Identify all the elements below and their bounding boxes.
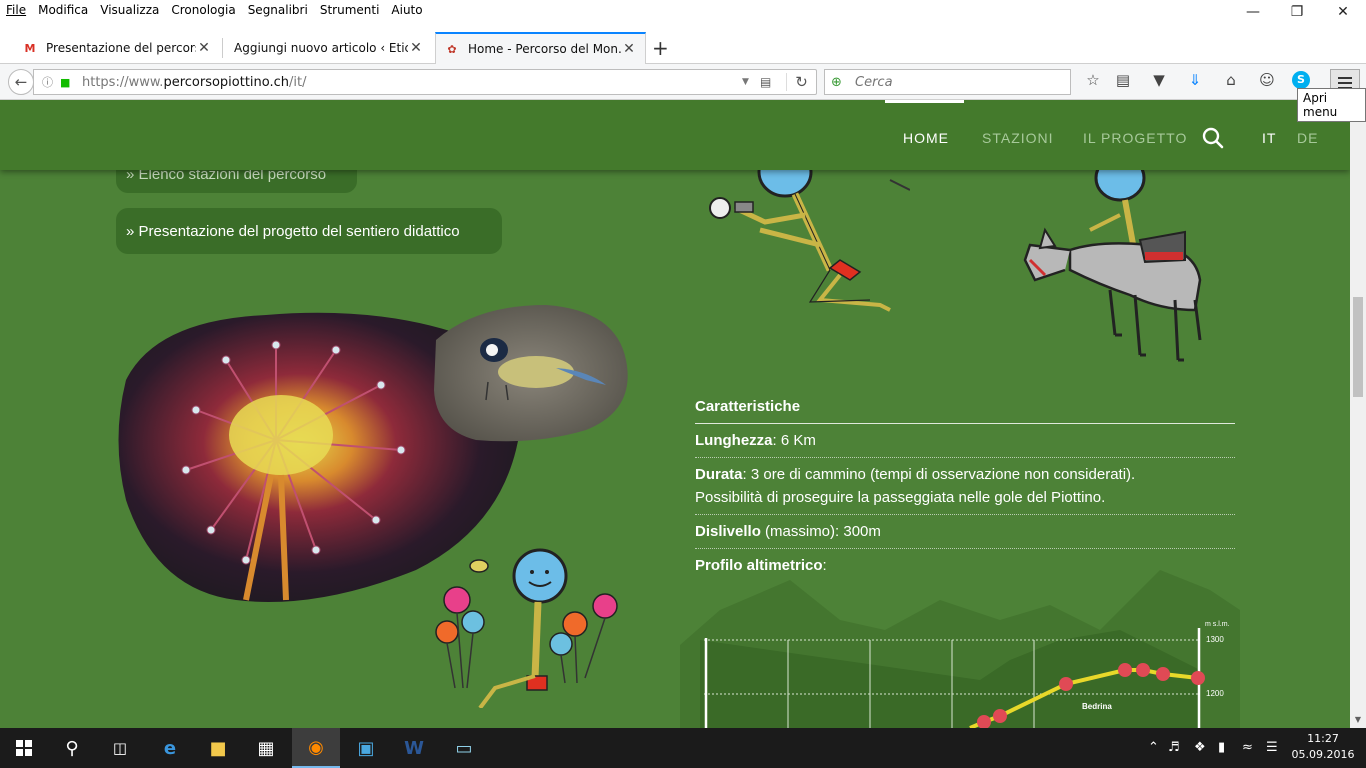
minimize-icon[interactable]: — — [1230, 4, 1276, 20]
kneeling-character-illustration — [709, 160, 910, 312]
close-tab-icon[interactable]: ✕ — [408, 40, 424, 56]
tab-label: Presentazione del percors... — [46, 41, 196, 55]
skype-icon[interactable]: S — [1292, 71, 1310, 89]
web-page: HOME STAZIONI IL PROGETTO IT DE » Elenco… — [0, 100, 1350, 728]
tab-gmail[interactable]: M Presentazione del percors... ✕ — [14, 32, 220, 64]
donkey-rider-illustration — [1023, 160, 1202, 362]
menu-tooltip: Apri menu — [1297, 88, 1366, 122]
search-taskbar-icon[interactable]: ⚲ — [48, 728, 96, 768]
url-text[interactable]: https://www.percorsopiottino.ch/it/ — [82, 75, 742, 90]
nav-home[interactable]: HOME — [903, 130, 949, 146]
menu-segnalibri[interactable]: Segnalibri — [242, 0, 314, 17]
scroll-down-icon[interactable]: ▼ — [1350, 712, 1366, 728]
file-explorer-icon[interactable]: ■ — [194, 728, 242, 768]
characteristics-heading: Caratteristiche — [695, 390, 1235, 424]
lang-it[interactable]: IT — [1262, 130, 1276, 146]
character-with-flowers-illustration — [435, 548, 618, 708]
tab-strip: M Presentazione del percors... ✕ Aggiung… — [0, 30, 1366, 64]
tab-wordpress[interactable]: Aggiungi nuovo articolo ‹ Etici... ✕ — [226, 32, 432, 64]
store-icon[interactable]: ▦ — [242, 728, 290, 768]
menu-file[interactable]: File — [0, 0, 32, 17]
close-window-icon[interactable]: ✕ — [1320, 4, 1366, 20]
arrow-left-icon: ← — [14, 73, 28, 91]
windows-logo-icon — [16, 740, 32, 756]
url-dropdown-icon[interactable]: ▼ — [742, 77, 760, 87]
tab-label: Aggiungi nuovo articolo ‹ Etici... — [234, 41, 408, 55]
app-taskbar-icon[interactable]: ▣ — [342, 728, 390, 768]
firefox-taskbar-icon[interactable]: ◉ — [292, 728, 340, 768]
site-header: HOME STAZIONI IL PROGETTO IT DE — [0, 100, 1350, 170]
length-row: Lunghezza: 6 Km — [695, 424, 1235, 458]
nav-stazioni[interactable]: STAZIONI — [982, 130, 1054, 146]
reader-view-icon[interactable]: ▤ — [760, 75, 786, 89]
task-view-icon[interactable]: ◫ — [96, 728, 144, 768]
close-tab-icon[interactable]: ✕ — [621, 41, 637, 57]
menu-strumenti[interactable]: Strumenti — [314, 0, 386, 17]
search-bar[interactable]: ⊕ — [824, 69, 1071, 95]
menu-cronologia[interactable]: Cronologia — [165, 0, 241, 17]
info-icon[interactable]: ⓘ — [42, 74, 60, 90]
search-input[interactable] — [855, 74, 1055, 90]
elevation-row: Dislivello (massimo): 300m — [695, 515, 1235, 549]
active-nav-indicator — [885, 100, 964, 103]
restore-icon[interactable]: ❐ — [1274, 4, 1320, 20]
taskbar-clock[interactable]: 11:27 05.09.2016 — [1290, 731, 1356, 763]
new-tab-icon[interactable]: + — [652, 36, 669, 60]
notification-icon[interactable]: ☰ — [1266, 740, 1278, 755]
gmail-icon: M — [24, 41, 36, 55]
edge-icon[interactable]: e — [146, 728, 194, 768]
place-label-bedrina: Bedrina — [1082, 702, 1112, 711]
search-icon[interactable] — [1202, 127, 1224, 149]
tab-home-percorso[interactable]: ✿ Home - Percorso del Mon... ✕ — [435, 32, 646, 64]
menu-visualizza[interactable]: Visualizza — [94, 0, 165, 17]
reload-icon[interactable]: ↻ — [786, 73, 816, 91]
back-button[interactable]: ← — [8, 69, 34, 95]
link-presentazione-progetto[interactable]: » Presentazione del progetto del sentier… — [116, 208, 502, 254]
download-icon[interactable]: ⇓ — [1184, 69, 1206, 91]
altitude-profile-chart: m s.l.m. 1300 1200 Bedrina — [680, 570, 1240, 728]
lock-icon[interactable]: ■ — [60, 76, 78, 89]
menu-aiuto[interactable]: Aiuto — [385, 0, 428, 17]
pocket-icon[interactable]: ▼ — [1148, 69, 1170, 91]
dropbox-icon[interactable]: ❖ — [1194, 740, 1206, 755]
bookmark-star-icon[interactable]: ☆ — [1082, 69, 1104, 91]
home-icon[interactable]: ⌂ — [1220, 69, 1242, 91]
clock-time: 11:27 — [1307, 732, 1339, 745]
battery-icon[interactable]: ▮ — [1218, 740, 1225, 755]
menu-modifica[interactable]: Modifica — [32, 0, 94, 17]
clock-date: 05.09.2016 — [1291, 748, 1355, 761]
search-engine-icon[interactable]: ⊕ — [831, 75, 855, 90]
notes-icon[interactable]: ▭ — [440, 728, 488, 768]
close-tab-icon[interactable]: ✕ — [196, 40, 212, 56]
word-icon[interactable]: W — [390, 728, 438, 768]
bookmarks-list-icon[interactable]: ▤ — [1112, 69, 1134, 91]
scroll-thumb[interactable] — [1353, 297, 1363, 397]
tray-chevron-icon[interactable]: ⌃ — [1148, 740, 1159, 755]
duration-row: Durata: 3 ore di cammino (tempi di osser… — [695, 458, 1235, 515]
navigation-toolbar: ← ⓘ ■ https://www.percorsopiottino.ch/it… — [0, 64, 1366, 100]
unit-label: m s.l.m. — [1205, 621, 1230, 628]
lang-de[interactable]: DE — [1297, 130, 1318, 146]
page-scrollbar[interactable]: ▲ ▼ — [1350, 100, 1366, 728]
windows-taskbar: ⚲ ◫ e ■ ▦ ◉ ▣ W ▭ ⌃ ♬ ❖ ▮ ≈ ☰ 11:27 05.0… — [0, 728, 1366, 768]
tick-1300: 1300 — [1206, 635, 1224, 644]
volume-icon[interactable]: ♬ — [1168, 740, 1180, 755]
start-button[interactable] — [0, 728, 48, 768]
tab-label: Home - Percorso del Mon... — [468, 42, 621, 56]
wifi-icon[interactable]: ≈ — [1242, 740, 1253, 755]
nav-il-progetto[interactable]: IL PROGETTO — [1083, 130, 1187, 146]
hello-icon[interactable]: ☺ — [1256, 69, 1278, 91]
url-bar[interactable]: ⓘ ■ https://www.percorsopiottino.ch/it/ … — [33, 69, 817, 95]
tick-1200: 1200 — [1206, 689, 1224, 698]
site-favicon-icon: ✿ — [447, 42, 457, 56]
menu-bar: File Modifica Visualizza Cronologia Segn… — [0, 0, 1366, 30]
characteristics-panel: Caratteristiche Lunghezza: 6 Km Durata: … — [695, 390, 1235, 582]
